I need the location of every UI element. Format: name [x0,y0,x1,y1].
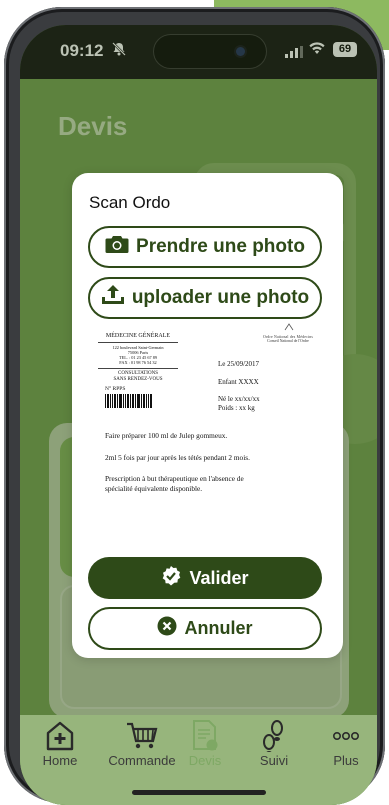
rx-divider [98,342,178,343]
tab-suivi[interactable]: Suivi [239,719,309,768]
check-badge-icon [161,565,181,591]
phone-screen: 09:12 69 Devis Scan Ordo Prendre une pho… [20,25,377,805]
rx-header-right-2: Conseil National de l'Ordre [267,339,309,343]
rx-weight: Poids : xx kg [218,404,255,412]
rx-rpps: N° RPPS [105,386,126,392]
tab-home[interactable]: Home [25,719,95,768]
scan-modal: Scan Ordo Prendre une photo uploader une… [72,173,343,658]
upload-photo-button[interactable]: uploader une photo [88,277,322,319]
validate-label: Valider [189,567,249,588]
prescription-preview: MÉDECINE GÉNÉRALE 122 boulevard Saint-Ge… [88,323,328,521]
medical-order-logo-icon [284,323,294,331]
phone-frame: 09:12 69 Devis Scan Ordo Prendre une pho… [4,7,385,805]
rx-line-1: Faire préparer 100 ml de Julep gommeux. [105,431,228,440]
modal-title: Scan Ordo [89,193,171,212]
rx-date: Le 25/09/2017 [218,360,260,368]
tab-plus[interactable]: Plus [311,719,377,768]
footprints-icon [239,719,309,753]
upload-photo-label: uploader une photo [131,287,310,308]
validate-button[interactable]: Valider [88,557,322,599]
tab-label-suivi: Suivi [259,753,289,768]
tab-label-home: Home [42,753,78,768]
cancel-button[interactable]: Annuler [88,607,322,650]
rx-born: Né le xx/xx/xx [218,395,260,403]
camera-icon [105,234,129,260]
tab-label-plus: Plus [333,753,359,768]
rx-divider [98,368,178,369]
rx-patient: Enfant XXXX [218,378,259,386]
rx-consult-1: CONSULTATIONS [118,371,158,376]
upload-icon [101,284,125,312]
rx-line-3a: Prescription à but thérapeutique en l'ab… [105,474,244,483]
tab-devis[interactable]: Devis [170,719,240,768]
rx-consult-2: SANS RENDEZ-VOUS [113,377,163,382]
barcode-icon [105,394,152,408]
home-plus-icon [25,719,95,753]
rx-line-2: 2ml 5 fois par jour après les tétés pend… [105,453,250,462]
tab-label-devis: Devis [188,753,222,768]
document-icon [170,719,240,753]
rx-header-left: MÉDECINE GÉNÉRALE [105,333,171,339]
cancel-label: Annuler [184,618,253,638]
rx-fax: FAX : 01 98 76 54 32 [119,360,157,365]
rx-line-3b: spécialité équivalente disponible. [105,484,203,493]
home-indicator[interactable] [132,790,266,795]
take-photo-button[interactable]: Prendre une photo [88,226,322,268]
more-icon [311,719,377,753]
take-photo-label: Prendre une photo [136,236,305,257]
close-circle-icon [157,616,177,641]
